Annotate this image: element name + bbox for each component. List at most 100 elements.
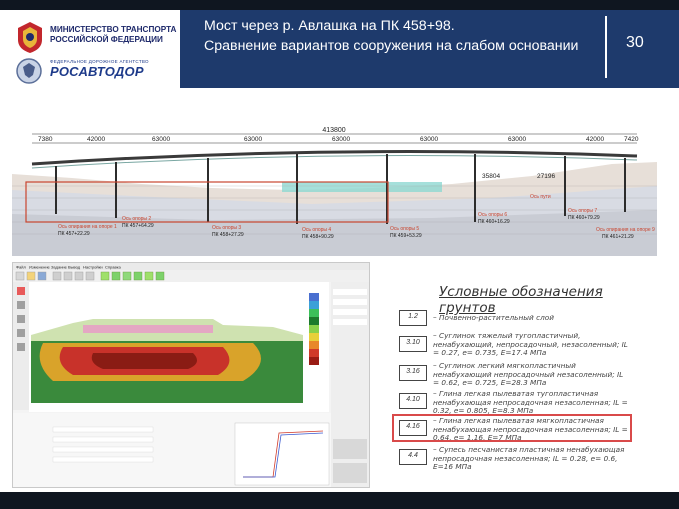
support-label: Ось опоры 2 bbox=[122, 216, 151, 222]
menu-item[interactable]: Файл bbox=[16, 265, 27, 270]
menu-item[interactable]: Изменение bbox=[29, 265, 51, 270]
menu-item[interactable]: Справка bbox=[105, 265, 121, 270]
rosavtodor-emblem-icon bbox=[16, 58, 42, 84]
soil-pattern-icon: 4.10 bbox=[399, 393, 427, 409]
soil-pattern-icon: 3.16 bbox=[399, 365, 427, 381]
support-label: Ось опоры 3 bbox=[212, 225, 241, 231]
soil-description: – Глина легкая пылеватая тугопластичная … bbox=[433, 389, 628, 416]
title-divider bbox=[605, 16, 607, 78]
soil-code: 4.4 bbox=[408, 452, 418, 459]
color-scale bbox=[309, 293, 319, 365]
span-label: 63000 bbox=[244, 136, 262, 143]
undo-icon[interactable] bbox=[74, 271, 84, 281]
tool-icon[interactable] bbox=[17, 343, 25, 351]
dialog-field[interactable] bbox=[52, 456, 154, 463]
support-label: Ось опирания на опоре 9 bbox=[596, 227, 655, 233]
calc-icon[interactable] bbox=[111, 271, 121, 281]
river-water bbox=[282, 182, 442, 192]
road-axis-label: Ось пути bbox=[530, 194, 551, 200]
menu-item[interactable]: Вывод bbox=[68, 265, 81, 270]
dimension-label: 35804 bbox=[482, 173, 500, 180]
calc-icon[interactable] bbox=[133, 271, 143, 281]
rosavtodor-name: РОСАВТОДОР bbox=[50, 64, 144, 79]
support-pk: ПК 461+21.29 bbox=[602, 234, 634, 240]
save-icon[interactable] bbox=[37, 271, 47, 281]
soil-pattern-icon: 4.4 bbox=[399, 449, 427, 465]
soil-pattern-preview bbox=[333, 439, 367, 459]
zoom-icon[interactable] bbox=[17, 329, 25, 337]
dialog-field[interactable] bbox=[52, 436, 154, 443]
dialog-field[interactable] bbox=[52, 426, 154, 433]
fem-software-view: Файл Изменение Задание Вывод Настройки С… bbox=[13, 263, 369, 487]
support-label: Ось опоры 5 bbox=[390, 226, 419, 232]
page-number: 30 bbox=[626, 34, 644, 51]
top-frame-bar bbox=[0, 0, 679, 10]
property-row[interactable] bbox=[333, 289, 367, 295]
soil-pattern-icon: 1.2 bbox=[399, 310, 427, 326]
support-label: Ось опирания на опоре 1 bbox=[58, 224, 117, 230]
property-row[interactable] bbox=[333, 299, 367, 305]
soil-description: – Суглинок легкий мягкопластичный ненабу… bbox=[433, 361, 624, 388]
embankment bbox=[83, 325, 213, 333]
title-panel: Мост через р. Авлашка на ПК 458+98. Срав… bbox=[180, 10, 679, 88]
span-label: 7420 bbox=[624, 136, 639, 143]
bottom-frame-bar bbox=[0, 492, 679, 509]
open-folder-icon[interactable] bbox=[26, 271, 36, 281]
dimension-label: 27196 bbox=[537, 173, 555, 180]
soil-pattern-icon: 3.10 bbox=[399, 336, 427, 352]
new-file-icon[interactable] bbox=[15, 271, 25, 281]
move-icon[interactable] bbox=[17, 315, 25, 323]
slide-title-line-1: Мост через р. Авлашка на ПК 458+98. bbox=[204, 18, 455, 34]
menu-item[interactable]: Настройки bbox=[83, 265, 103, 270]
cut-icon[interactable] bbox=[52, 271, 62, 281]
calc-icon[interactable] bbox=[122, 271, 132, 281]
calc-icon[interactable] bbox=[144, 271, 154, 281]
support-pk: ПК 457+64.29 bbox=[122, 223, 154, 229]
menu-items[interactable]: Файл Изменение Задание Вывод Настройки С… bbox=[16, 265, 121, 270]
ministry-line-2: РОССИЙСКОЙ ФЕДЕРАЦИИ bbox=[50, 35, 163, 44]
calc-icon[interactable] bbox=[155, 271, 165, 281]
legend-title: Условные обозначения грунтов bbox=[439, 284, 603, 316]
span-label: 63000 bbox=[420, 136, 438, 143]
span-label: 7380 bbox=[38, 136, 53, 143]
mintrans-emblem-icon bbox=[18, 22, 42, 53]
soil-code: 3.16 bbox=[406, 368, 420, 375]
bridge-profile-drawing: 413800 7380 42000 63000 63000 63000 6300… bbox=[12, 127, 657, 256]
span-labels: 7380 42000 63000 63000 63000 63000 63000… bbox=[38, 136, 639, 143]
support-pk: ПК 458+90.29 bbox=[302, 234, 334, 240]
support-label: Ось опоры 6 bbox=[478, 212, 507, 218]
soil-legend: Условные обозначения грунтов 1.2 – Почве… bbox=[393, 284, 633, 484]
span-label: 42000 bbox=[87, 136, 105, 143]
dialog-field[interactable] bbox=[52, 446, 154, 453]
slide-title-line-2: Сравнение вариантов сооружения на слабом… bbox=[204, 38, 579, 54]
span-label: 42000 bbox=[586, 136, 604, 143]
soil-description: – Суглинок тяжелый тугопластичный, ненаб… bbox=[433, 331, 628, 358]
property-row[interactable] bbox=[333, 309, 367, 315]
menu-item[interactable]: Задание bbox=[51, 265, 68, 270]
ministry-name: МИНИСТЕРСТВО ТРАНСПОРТА РОССИЙСКОЙ ФЕДЕР… bbox=[50, 25, 176, 45]
settlement-graph bbox=[234, 422, 330, 486]
tool-icon[interactable] bbox=[17, 287, 25, 295]
fem-software-window: Файл Изменение Задание Вывод Настройки С… bbox=[12, 262, 370, 488]
property-row[interactable] bbox=[333, 319, 367, 325]
calc-icon[interactable] bbox=[100, 271, 110, 281]
span-label: 63000 bbox=[332, 136, 350, 143]
support-label: Ось опоры 4 bbox=[302, 227, 331, 233]
total-length-label: 413800 bbox=[322, 127, 345, 134]
support-pk: ПК 458+27.29 bbox=[212, 232, 244, 238]
support-pk: ПК 457+22.29 bbox=[58, 231, 90, 237]
span-label: 63000 bbox=[508, 136, 526, 143]
bridge-deck bbox=[31, 150, 638, 166]
tool-icon[interactable] bbox=[17, 301, 25, 309]
support-pk: ПК 460+79.29 bbox=[568, 215, 600, 221]
copy-icon[interactable] bbox=[63, 271, 73, 281]
stress-field bbox=[91, 353, 197, 369]
soil-code: 4.10 bbox=[406, 396, 420, 403]
span-label: 63000 bbox=[152, 136, 170, 143]
support-pk: ПК 459+53.29 bbox=[390, 233, 422, 239]
redo-icon[interactable] bbox=[85, 271, 95, 281]
toolbar-buttons[interactable] bbox=[15, 271, 165, 281]
soil-description: – Почвенно-растительный слой bbox=[433, 313, 554, 322]
soil-description: – Супесь песчанистая пластичная ненабуха… bbox=[433, 445, 625, 472]
soil-code: 1.2 bbox=[408, 313, 418, 320]
